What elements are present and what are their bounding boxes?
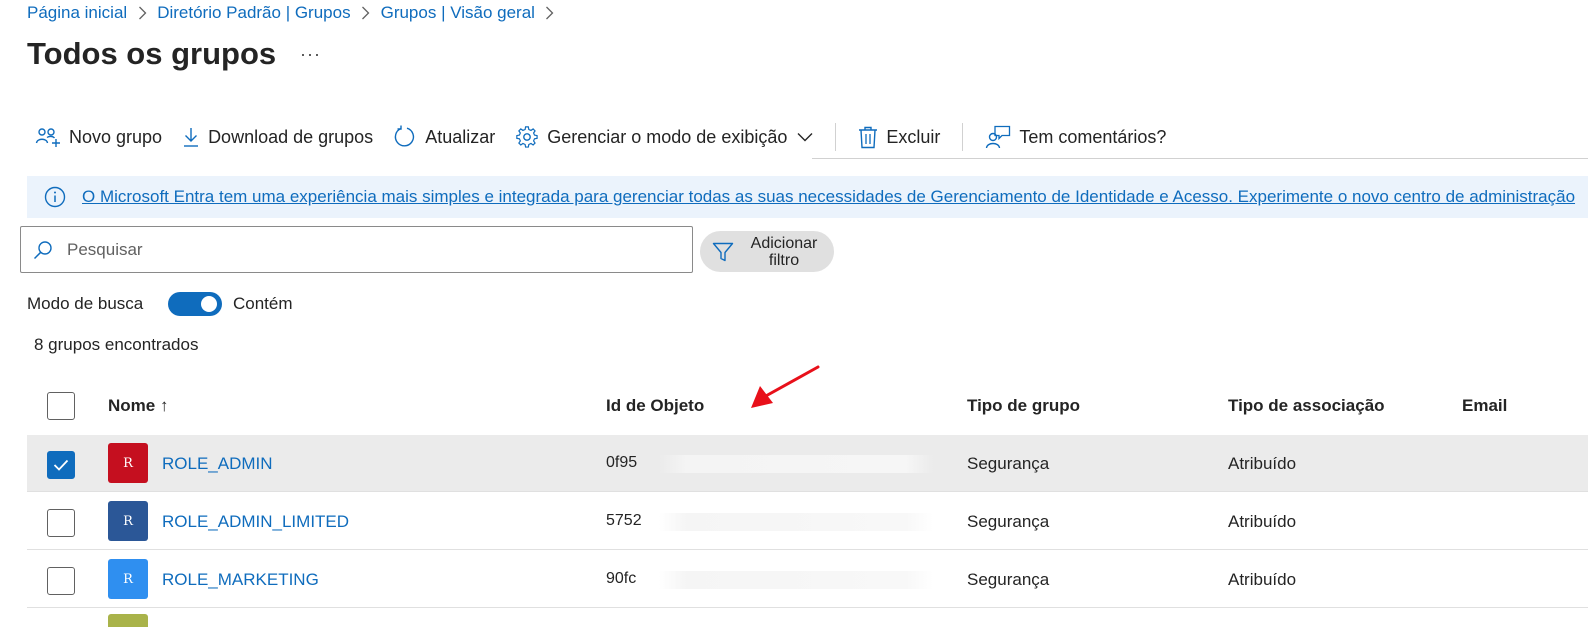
toolbar-divider xyxy=(835,123,837,151)
group-avatar: R xyxy=(108,443,148,483)
membership-type: Atribuído xyxy=(1228,454,1297,473)
refresh-icon xyxy=(394,125,415,147)
checkmark-icon xyxy=(53,459,69,471)
download-groups-label: Download de grupos xyxy=(208,126,374,147)
feedback-person-icon xyxy=(986,125,1011,149)
toolbar-divider xyxy=(962,123,964,151)
new-group-label: Novo grupo xyxy=(69,126,163,147)
row-checkbox[interactable] xyxy=(47,509,75,537)
download-groups-button[interactable]: Download de grupos xyxy=(172,118,383,156)
redaction-mask xyxy=(659,455,933,473)
refresh-label: Atualizar xyxy=(425,126,496,147)
object-id: 90fc xyxy=(606,570,637,587)
more-options-icon[interactable]: ··· xyxy=(300,44,321,65)
page-title: Todos os grupos xyxy=(27,36,277,71)
search-input[interactable] xyxy=(67,239,647,260)
redaction-mask xyxy=(659,513,933,531)
row-checkbox[interactable] xyxy=(47,451,75,479)
search-icon xyxy=(33,240,52,259)
column-header-membership-type[interactable]: Tipo de associação xyxy=(1228,396,1385,416)
column-header-object-id[interactable]: Id de Objeto xyxy=(606,396,704,416)
table-row[interactable]: R ROLE_ADMIN 0f95 Segurança Atribuído xyxy=(27,435,1588,492)
add-filter-button[interactable]: Adicionar filtro xyxy=(700,231,834,272)
column-header-name[interactable]: Nome ↑ xyxy=(108,396,168,416)
chevron-right-icon xyxy=(535,6,565,20)
manage-view-label: Gerenciar o modo de exibição xyxy=(547,126,788,147)
feedback-button[interactable]: Tem comentários? xyxy=(975,118,1176,156)
add-filter-label: Adicionar filtro xyxy=(750,234,818,269)
info-banner: O Microsoft Entra tem uma experiência ma… xyxy=(27,176,1588,218)
download-icon xyxy=(184,128,199,147)
results-count: 8 grupos encontrados xyxy=(34,335,199,354)
column-header-group-type[interactable]: Tipo de grupo xyxy=(967,396,1080,416)
breadcrumb-home[interactable]: Página inicial xyxy=(27,3,127,23)
object-id: 0f95 xyxy=(606,454,638,471)
search-mode-toggle[interactable] xyxy=(168,292,222,316)
entra-admin-center-link[interactable]: O Microsoft Entra tem uma experiência ma… xyxy=(82,187,1575,207)
toggle-knob xyxy=(201,296,217,312)
group-type: Segurança xyxy=(967,512,1050,531)
gear-icon xyxy=(516,126,538,148)
group-name-link[interactable]: ROLE_ADMIN xyxy=(162,454,273,474)
redaction-mask xyxy=(659,571,933,589)
refresh-button[interactable]: Atualizar xyxy=(383,118,505,156)
chevron-down-icon xyxy=(797,133,813,142)
membership-type: Atribuído xyxy=(1228,570,1297,589)
search-mode-label: Modo de busca xyxy=(27,294,144,313)
group-name-link[interactable]: ROLE_MARKETING xyxy=(162,570,319,590)
info-icon xyxy=(44,186,66,208)
group-name-link[interactable]: ROLE_ADMIN_LIMITED xyxy=(162,512,349,532)
column-header-email[interactable]: Email xyxy=(1462,396,1507,416)
table-row[interactable]: R ROLE_ADMIN_LIMITED 5752 Segurança Atri… xyxy=(27,493,1588,550)
search-mode-value: Contém xyxy=(233,294,293,313)
breadcrumb-groups-overview[interactable]: Grupos | Visão geral xyxy=(381,3,535,23)
chevron-right-icon xyxy=(127,6,157,20)
breadcrumb-directory-groups[interactable]: Diretório Padrão | Grupos xyxy=(157,3,350,23)
filter-icon xyxy=(712,242,734,261)
select-all-checkbox[interactable] xyxy=(47,392,75,420)
group-avatar: R xyxy=(108,501,148,541)
manage-view-button[interactable]: Gerenciar o modo de exibição xyxy=(505,118,823,156)
chevron-right-icon xyxy=(351,6,381,20)
trash-icon xyxy=(859,126,878,149)
group-avatar: R xyxy=(108,559,148,599)
row-checkbox[interactable] xyxy=(47,567,75,595)
toolbar-rule xyxy=(812,158,1588,159)
feedback-label: Tem comentários? xyxy=(1019,126,1167,147)
table-row[interactable]: R ROLE_MARKETING 90fc Segurança Atribuíd… xyxy=(27,551,1588,608)
search-box[interactable] xyxy=(20,226,693,273)
object-id: 5752 xyxy=(606,512,642,529)
delete-button[interactable]: Excluir xyxy=(848,118,950,156)
membership-type: Atribuído xyxy=(1228,512,1297,531)
people-add-icon xyxy=(35,128,60,147)
group-avatar xyxy=(108,614,148,627)
new-group-button[interactable]: Novo grupo xyxy=(27,118,172,156)
annotation-arrow-icon xyxy=(751,365,820,408)
group-type: Segurança xyxy=(967,570,1050,589)
breadcrumb: Página inicial Diretório Padrão | Grupos… xyxy=(27,2,565,24)
command-bar: Novo grupo Download de grupos Atualizar … xyxy=(27,118,1176,156)
group-type: Segurança xyxy=(967,454,1050,473)
delete-label: Excluir xyxy=(886,126,941,147)
